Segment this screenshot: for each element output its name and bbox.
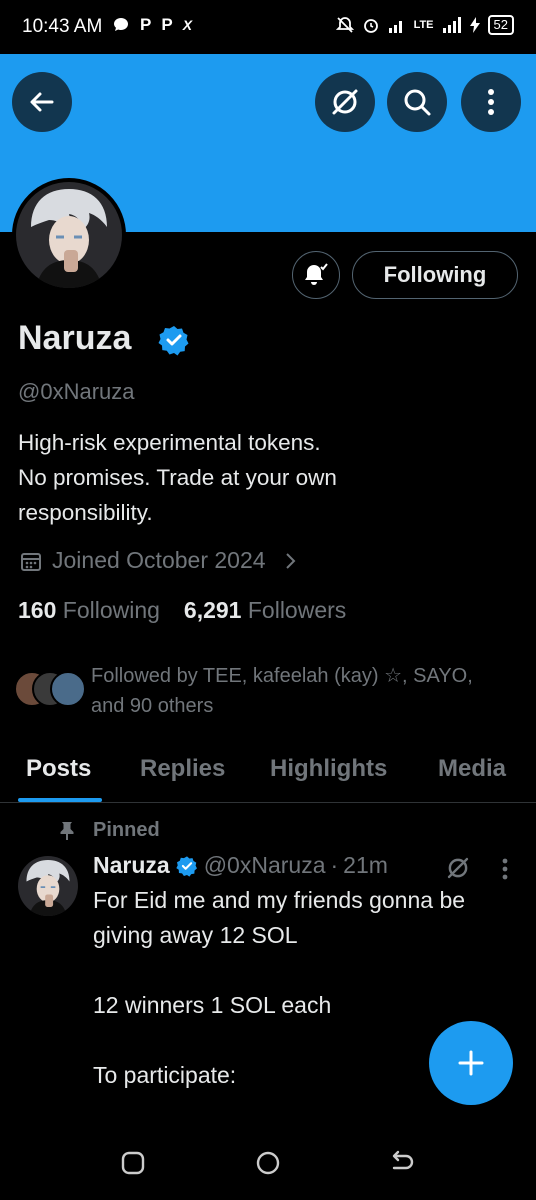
followed-by-text: Followed by TEE, kafeelah (kay) ☆, SAYO,… [91,661,531,721]
following-count: 160 [18,597,57,623]
joined-date-row[interactable]: Joined October 2024 [20,547,298,574]
bell-check-icon [305,263,328,285]
joined-date: Joined October 2024 [52,547,266,573]
profile-bio: High-risk experimental tokens. No promis… [18,425,518,530]
followed-by-line: and 90 others [91,695,214,717]
network-type: LTE [413,19,434,31]
status-right: LTE 52 [335,15,514,35]
alarm-icon [363,19,378,33]
post-separator: · [330,852,339,878]
followers-stat[interactable]: 6,291 Followers [184,597,346,624]
p-notification-icon: P [161,15,173,34]
verified-badge-icon [158,324,190,361]
compose-post-button[interactable] [429,1021,513,1105]
profile-tabs: Posts Replies Highlights Media [0,745,536,803]
signal-icon [442,17,461,33]
grok-icon [447,857,469,879]
more-button[interactable] [461,72,521,132]
pinned-text: Pinned [93,819,160,841]
post-time: 21m [343,852,388,878]
profile-avatar[interactable] [12,178,126,292]
follow-stats: 160 Following 6,291 Followers [18,597,346,624]
post-header: Naruza @0xNaruza · 21m [93,852,388,879]
more-vertical-icon [502,858,508,880]
status-bar: 10:43 AM P P X LTE 52 [0,0,536,54]
post-more-button[interactable] [500,857,510,886]
search-icon [404,89,431,116]
arrow-left-icon [30,92,54,112]
bio-line: High-risk experimental tokens. [18,430,321,455]
post-author-avatar[interactable] [18,856,78,916]
system-nav-bar [0,1130,536,1200]
pin-icon [60,821,74,840]
post-author-handle: @0xNaruza [203,852,326,878]
avatar [50,671,86,707]
notification-bell-button[interactable] [292,251,340,299]
following-stat[interactable]: 160 Following [18,597,160,624]
tab-highlights[interactable]: Highlights [270,755,387,783]
recents-button[interactable] [120,1150,146,1181]
following-button[interactable]: Following [352,251,518,299]
status-notifications: P P X [112,15,192,35]
followed-by-line: Followed by TEE, kafeelah (kay) ☆, SAYO, [91,665,473,687]
verified-badge-icon [176,855,197,877]
p-notification-icon: P [140,15,152,34]
post-author-name[interactable]: Naruza [93,852,170,879]
recents-icon [121,1151,145,1175]
back-button[interactable] [12,72,72,132]
following-label: Following [62,597,160,623]
avatar-image [16,182,122,288]
charging-icon [469,17,480,33]
back-nav-button[interactable] [388,1150,416,1181]
grok-button[interactable] [315,72,375,132]
signal-icon [388,21,402,33]
post-grok-button[interactable] [445,855,471,886]
calendar-icon [21,552,41,571]
followers-count: 6,291 [183,597,242,623]
grok-icon [332,89,358,115]
battery-level: 52 [487,15,514,35]
profile-display-name: Naruza [18,319,132,357]
active-tab-indicator [18,798,102,802]
pinned-label: Pinned [58,819,160,842]
profile-handle: @0xNaruza [18,379,135,404]
status-time: 10:43 AM [22,16,103,37]
followed-by-avatars [14,671,88,707]
tab-posts[interactable]: Posts [26,755,91,783]
back-nav-icon [392,1150,414,1170]
followers-label: Followers [247,597,347,623]
chevron-right-icon [285,552,295,569]
home-button[interactable] [255,1150,281,1181]
bio-line: No promises. Trade at your own [18,465,337,490]
search-button[interactable] [387,72,447,132]
home-icon [256,1151,280,1175]
chat-bubble-icon [114,18,128,31]
avatar-image [18,856,78,916]
tab-media[interactable]: Media [438,755,506,783]
bio-line: responsibility. [18,500,153,525]
tab-replies[interactable]: Replies [140,755,225,783]
more-vertical-icon [488,89,494,115]
plus-icon [458,1050,484,1076]
mute-icon [335,17,354,33]
x-notification-icon: X [182,17,193,33]
